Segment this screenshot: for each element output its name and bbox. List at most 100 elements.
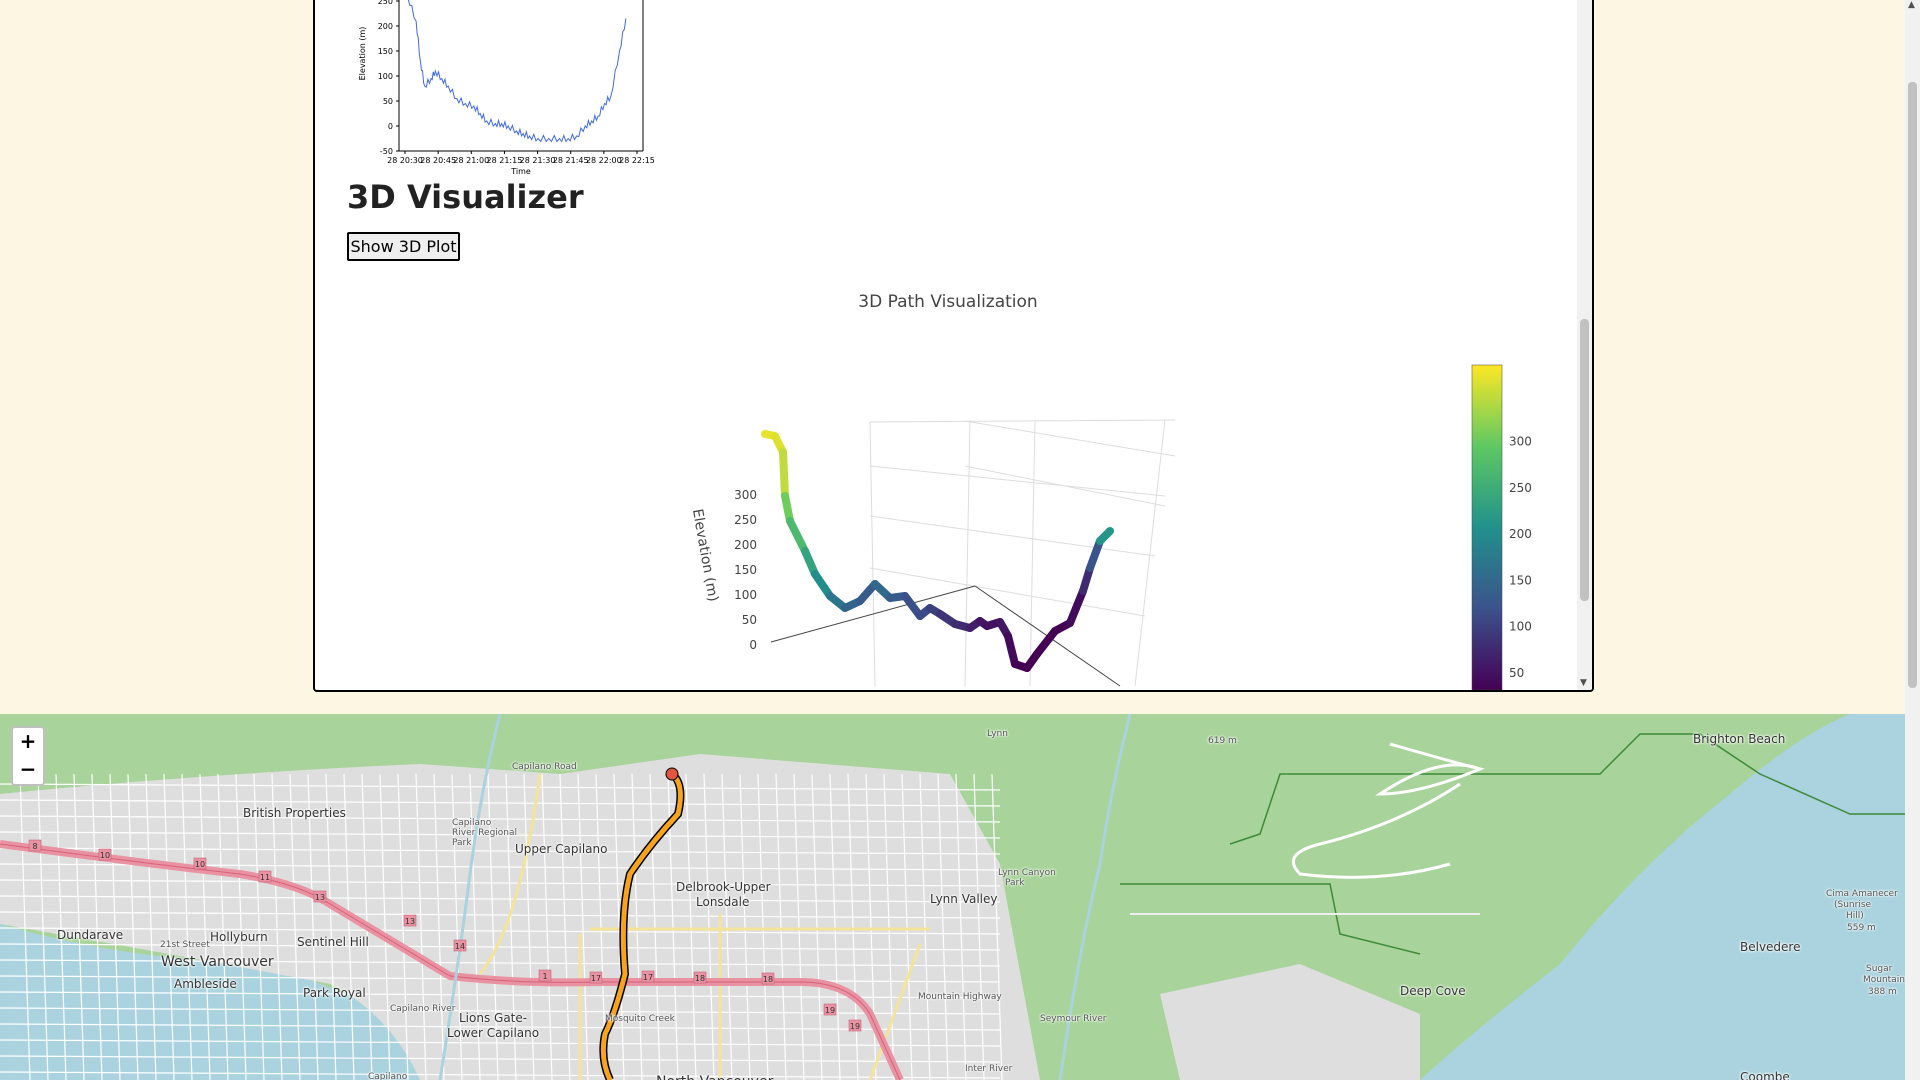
colorbar-tick-label: 250 <box>1509 481 1532 495</box>
scroll-up-arrow-icon[interactable]: ▲ <box>1908 0 1915 10</box>
map-place-label: Sentinel Hill <box>297 935 369 949</box>
map-place-label: Lynn Canyon <box>998 868 1056 878</box>
z-tick-label: 50 <box>742 613 757 627</box>
map-place-label: Park Royal <box>303 986 366 1000</box>
map-place-label: Brighton Beach <box>1693 732 1786 746</box>
panel-scrollbar[interactable]: ▼ <box>1577 0 1592 690</box>
3d-path-plot[interactable]: 3D Path Visualization 0 50 100 150 200 250 300 E… <box>315 0 1577 690</box>
map-place-label: Inter River <box>965 1064 1013 1074</box>
highway-number: 11 <box>260 873 270 882</box>
grid-line <box>869 465 1166 497</box>
map-place-label: 388 m <box>1868 987 1897 997</box>
mountain-road <box>1291 742 1485 879</box>
highway-number: 8 <box>32 842 37 851</box>
path-segment <box>1096 527 1114 545</box>
zoom-out-button[interactable]: − <box>11 756 45 786</box>
map-place-label: Capilano River <box>390 1004 456 1014</box>
highway-number: 17 <box>591 974 601 983</box>
colorbar-tick-label: 50 <box>1509 666 1524 680</box>
map-place-label: Capilano Road <box>512 762 577 772</box>
park-boundary <box>1120 883 1421 955</box>
grid-line <box>964 465 1166 507</box>
z-axis-label: Elevation (m) <box>689 508 721 603</box>
content-panel: -50 0 50 100 150 200 250 28 20:30 28 20:45 28 21:… <box>313 0 1594 692</box>
page-scrollbar[interactable]: ▲ <box>1905 0 1920 1080</box>
map-place-label: Lynn <box>987 729 1008 739</box>
grid-line <box>964 420 1176 457</box>
map-place-label: North Vancouver <box>656 1074 773 1080</box>
map-place-label: Mosquito Creek <box>605 1014 675 1024</box>
map-place-label: Hill) <box>1846 911 1864 921</box>
path-segment <box>1086 537 1104 572</box>
highway-number: 19 <box>825 1006 835 1015</box>
colorbar <box>1471 364 1503 690</box>
colorbar-tick-label: 100 <box>1509 620 1532 634</box>
map-place-label: Ambleside <box>174 977 237 991</box>
highway-number: 13 <box>405 917 415 926</box>
map-place-label: Hollyburn <box>210 930 268 944</box>
scroll-down-arrow-icon[interactable]: ▼ <box>1580 678 1587 688</box>
map-place-label: Lonsdale <box>696 895 750 909</box>
map-place-label: Lions Gate- <box>459 1011 528 1025</box>
path-segment <box>786 517 809 555</box>
map-place-label: Mountain Highway <box>918 992 1002 1002</box>
route-map[interactable]: 8 10 10 11 13 13 14 1 17 17 18 18 19 19 British Prope… <box>0 714 1905 1080</box>
z-tick-label: 0 <box>749 638 757 652</box>
highway-number: 10 <box>100 851 110 860</box>
map-place-label: Park <box>452 838 472 848</box>
highway-number: 17 <box>643 973 653 982</box>
seymour-river <box>1058 714 1132 1080</box>
z-tick-label: 250 <box>734 513 757 527</box>
z-tick-label: 300 <box>734 488 757 502</box>
map-place-label: Belvedere <box>1740 940 1801 954</box>
map-place-label: Lower Capilano <box>447 1026 540 1040</box>
map-place-label: Capilano <box>452 818 492 828</box>
urban-area <box>1160 964 1420 1080</box>
page-scrollbar-thumb[interactable] <box>1908 82 1917 688</box>
map-place-label: Capilano <box>368 1072 408 1080</box>
z-tick-label: 100 <box>734 588 757 602</box>
panel-scrollbar-thumb[interactable] <box>1580 319 1589 601</box>
highway-number: 19 <box>850 1022 860 1031</box>
map-place-label: (Sunrise <box>1834 900 1872 910</box>
map-place-label: West Vancouver <box>161 954 274 970</box>
map-place-label: Sugar <box>1866 964 1893 974</box>
highway-number: 10 <box>195 860 205 869</box>
map-place-label: Dundarave <box>57 928 124 942</box>
grid-line <box>964 419 971 687</box>
map-place-label: British Properties <box>243 806 346 820</box>
highway-number: 13 <box>315 893 325 902</box>
map-place-label: 559 m <box>1847 923 1876 933</box>
grid-line <box>1134 419 1166 687</box>
map-place-label: 21st Street <box>160 940 210 950</box>
colorbar-tick-label: 200 <box>1509 527 1532 541</box>
highway-number: 18 <box>695 974 705 983</box>
highway-number: 14 <box>455 942 465 951</box>
highway-number: 18 <box>763 975 773 984</box>
route-start-marker <box>665 767 679 781</box>
map-place-label: Lynn Valley <box>930 892 998 906</box>
map-place-label: River Regional <box>452 828 518 838</box>
map-place-label: Seymour River <box>1040 1014 1107 1024</box>
grid-line <box>869 419 1176 423</box>
grid-3d <box>869 419 1176 687</box>
highway-number: 1 <box>542 972 547 981</box>
colorbar-tick-label: 150 <box>1509 573 1532 587</box>
colorbar-tick-label: 300 <box>1509 435 1532 449</box>
path-segment <box>1004 632 1019 668</box>
grid-line <box>869 515 1156 557</box>
map-place-label: 619 m <box>1208 736 1237 746</box>
path-segment <box>779 448 789 500</box>
grid-line <box>1029 419 1036 687</box>
map-place-label: Delbrook-Upper <box>676 880 771 894</box>
z-tick-label: 150 <box>734 563 757 577</box>
zoom-in-button[interactable]: + <box>11 726 45 757</box>
grid-line <box>869 421 876 687</box>
map-place-label: Cima Amanecer <box>1826 889 1898 899</box>
map-place-label: Upper Capilano <box>515 842 608 856</box>
map-place-label: Coombe <box>1740 1070 1790 1080</box>
map-place-label: Park <box>1005 878 1025 888</box>
z-tick-label: 200 <box>734 538 757 552</box>
path-segment <box>1066 587 1087 627</box>
plot-title: 3D Path Visualization <box>858 292 1037 312</box>
